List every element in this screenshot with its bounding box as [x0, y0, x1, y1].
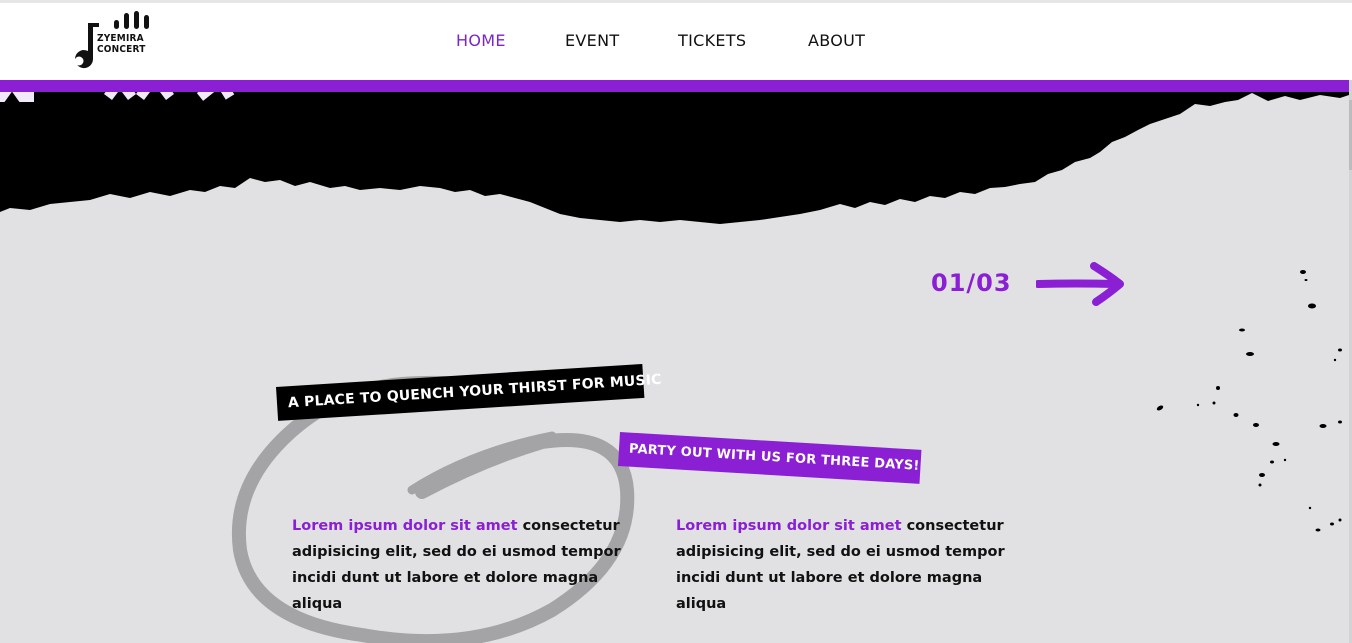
site-header: ZYEMIRA CONCERT HOME EVENT TICKETS ABOUT — [0, 3, 1352, 80]
event-duration-badge: PARTY OUT WITH US FOR THREE DAYS! — [617, 432, 922, 484]
arrow-right-icon[interactable] — [1036, 262, 1126, 306]
paragraph-highlight: Lorem ipsum dolor sit amet — [676, 518, 902, 534]
ink-splatter-decoration — [1156, 270, 1342, 532]
nav-item-home[interactable]: HOME — [456, 31, 506, 50]
paragraph-highlight: Lorem ipsum dolor sit amet — [292, 518, 518, 534]
nav-item-event[interactable]: EVENT — [565, 31, 619, 50]
nav-item-about[interactable]: ABOUT — [808, 31, 865, 50]
intro-paragraph-1: Lorem ipsum dolor sit amet consectetur a… — [292, 513, 652, 617]
intro-paragraph-2: Lorem ipsum dolor sit amet consectetur a… — [676, 513, 1036, 617]
main-nav: HOME EVENT TICKETS ABOUT — [0, 31, 1352, 55]
nav-item-tickets[interactable]: TICKETS — [678, 31, 746, 50]
slide-counter: 01/03 — [931, 269, 1012, 297]
accent-band — [0, 80, 1352, 92]
